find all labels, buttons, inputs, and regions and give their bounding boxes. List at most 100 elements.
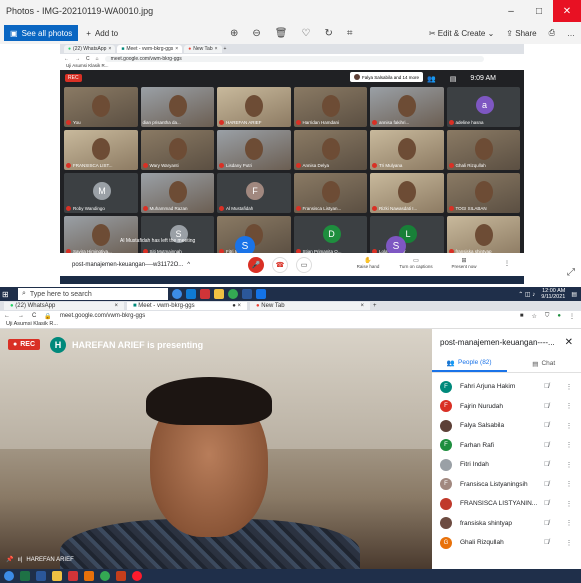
participant-tile[interactable]: Muhammad Razan [140, 173, 214, 213]
participant-tile[interactable]: FRANSISCA LIST... [64, 130, 138, 170]
see-all-photos-button[interactable]: ▣ See all photos [4, 25, 79, 41]
home-icon[interactable]: ⌂ [96, 56, 99, 62]
list-item[interactable]: F Fransisca Listyaningsih 🎙̸ ⋮ [432, 475, 581, 495]
mic-off-icon[interactable]: 🎙̸ [544, 539, 558, 546]
tab-meet[interactable]: ■ Meet - vwm-bkrg-ggs ● × [127, 302, 247, 310]
more-icon[interactable]: … [567, 29, 575, 38]
tab-close-icon[interactable]: × [114, 303, 118, 309]
edit-create-button[interactable]: ✂ Edit & Create ⌄ [429, 29, 494, 38]
participant-tile[interactable]: Rizki Nawasdati I... [370, 173, 444, 213]
delete-icon[interactable]: 🗑 [275, 28, 288, 39]
close-panel-icon[interactable]: ✕ [565, 337, 573, 348]
store-icon[interactable] [200, 289, 210, 299]
powerpoint-icon[interactable] [116, 571, 126, 581]
participant-tile[interactable]: Wary Waryanti [140, 130, 214, 170]
chrome-icon[interactable] [100, 571, 110, 581]
zoom-out-icon[interactable]: ⊖ [252, 28, 260, 39]
tab-close-icon[interactable]: × [108, 46, 111, 52]
more-icon[interactable]: ⋮ [564, 500, 574, 508]
folder-icon[interactable] [52, 571, 62, 581]
participant-tile[interactable]: Savira Himingtiya... [64, 216, 138, 256]
mic-off-icon[interactable]: 🎙̸ [544, 520, 558, 527]
participant-tile[interactable]: Lisdany Putri [217, 130, 291, 170]
crop-icon[interactable]: ⌗ [347, 28, 353, 39]
participant-tile[interactable]: fransiska shintyap [446, 216, 520, 256]
opera-icon[interactable] [132, 571, 142, 581]
zoom-in-icon[interactable]: ⊕ [230, 28, 238, 39]
mic-off-icon[interactable]: 🎙̸ [544, 442, 558, 449]
hang-up-button[interactable]: ☎ [272, 257, 288, 273]
favorite-icon[interactable]: ♡ [301, 28, 310, 39]
menu-icon[interactable]: ⋮ [569, 313, 575, 320]
folder-icon[interactable] [214, 289, 224, 299]
more-icon[interactable]: ⋮ [564, 441, 574, 449]
edge-icon[interactable] [186, 289, 196, 299]
participant-tile[interactable]: Tri Mulyana [370, 130, 444, 170]
maximize-button[interactable]: □ [525, 0, 553, 22]
participant-tile[interactable]: TOGI SILABAN [446, 173, 520, 213]
more-icon[interactable]: ⋮ [564, 422, 574, 430]
participant-tile[interactable]: annisa fakihri... [370, 87, 444, 127]
tab-close-icon[interactable]: × [175, 46, 178, 52]
camera-button[interactable]: ▭ [296, 257, 312, 273]
bookmark-item[interactable]: Uji Asumsi Klasik R... [66, 63, 109, 68]
participant-tile[interactable]: a adeline hasna [446, 87, 520, 127]
mic-off-icon[interactable]: 🎙̸ [544, 500, 558, 507]
participant-tile[interactable]: M Roby Wandingo [64, 173, 138, 213]
url-field[interactable]: meet.google.com/vwm-bkrg-ggs [60, 313, 512, 319]
chat-icon[interactable]: ▤ [450, 75, 457, 83]
cortana-icon[interactable] [4, 571, 14, 581]
minimize-button[interactable]: – [497, 0, 525, 22]
back-icon[interactable]: ← [4, 313, 10, 319]
star-icon[interactable]: ☆ [531, 313, 536, 320]
excel-icon[interactable] [20, 571, 30, 581]
expand-icon[interactable]: ⤢ [567, 267, 575, 278]
store-icon[interactable] [68, 571, 78, 581]
tab-whatsapp[interactable]: ● (22) WhatsApp × [4, 302, 124, 310]
word-icon[interactable] [36, 571, 46, 581]
new-tab-icon[interactable]: + [373, 303, 377, 309]
photos-icon[interactable] [256, 289, 266, 299]
participant-tile[interactable]: Harridan Hamdani [293, 87, 367, 127]
more-icon[interactable]: ⋮ [564, 402, 574, 410]
more-options-icon[interactable]: ⋮ [504, 260, 510, 267]
list-item[interactable]: G Ghali Rizqullah 🎙̸ ⋮ [432, 533, 581, 553]
tab-people[interactable]: 👥 People (82) [432, 355, 507, 372]
new-tab-icon[interactable]: + [224, 46, 227, 52]
participant-tile[interactable]: You [64, 87, 138, 127]
more-icon[interactable]: ⋮ [564, 539, 574, 547]
participant-tile[interactable]: Annisa Delya [293, 130, 367, 170]
pin-icon[interactable]: 📌 [6, 556, 13, 563]
mic-off-icon[interactable]: 🎙̸ [544, 383, 558, 390]
tab-close-icon[interactable]: × [360, 303, 364, 309]
forward-icon[interactable]: → [75, 56, 80, 62]
list-item[interactable]: FRANSISCA LISTYANIN... 🎙̸ ⋮ [432, 494, 581, 514]
bookmark-item[interactable]: Uji Asumsi Klasik R... [6, 321, 58, 327]
participant-tile[interactable]: D Stian Primanita O... [293, 216, 367, 256]
mic-off-icon[interactable]: 🎙̸ [544, 422, 558, 429]
media-icon[interactable] [84, 571, 94, 581]
tab-close-icon[interactable]: ● × [232, 303, 241, 309]
tab-chat[interactable]: ▤ Chat [507, 355, 581, 372]
tab-close-icon[interactable]: × [215, 46, 218, 52]
present-now-button[interactable]: ⊞ Present now [444, 257, 484, 269]
more-icon[interactable]: ⋮ [564, 519, 574, 527]
list-item[interactable]: F Fahri Arjuna Hakim 🎙̸ ⋮ [432, 377, 581, 397]
add-to-button[interactable]: + Add to [86, 29, 118, 38]
tab-new[interactable]: ● New Tab × [184, 45, 222, 53]
forward-icon[interactable]: → [18, 313, 24, 319]
mic-off-icon[interactable]: 🎙̸ [544, 403, 558, 410]
people-count-icon[interactable]: 👥 [427, 75, 436, 83]
rotate-icon[interactable]: ↻ [324, 28, 332, 39]
tab-whatsapp[interactable]: ● (22) WhatsApp × [64, 45, 116, 53]
raise-hand-button[interactable]: ✋ Raise hand [348, 257, 388, 269]
back-icon[interactable]: ← [64, 56, 69, 62]
network-icon[interactable]: ⌃ ◫ ♪ [518, 291, 535, 298]
taskbar-search[interactable]: ⌕ Type here to search [18, 288, 168, 300]
profile-icon[interactable]: ● [557, 313, 561, 319]
windows-start-icon[interactable]: ⊞ [2, 290, 14, 299]
tab-meet[interactable]: ■ Meet - vwm-bkrg-ggs × [117, 45, 183, 53]
tab-new[interactable]: ● New Tab × [250, 302, 370, 310]
url-field[interactable]: meet.google.com/vwm-bkrg-ggs [104, 55, 484, 62]
mic-off-button[interactable]: 🎤 [248, 257, 264, 273]
